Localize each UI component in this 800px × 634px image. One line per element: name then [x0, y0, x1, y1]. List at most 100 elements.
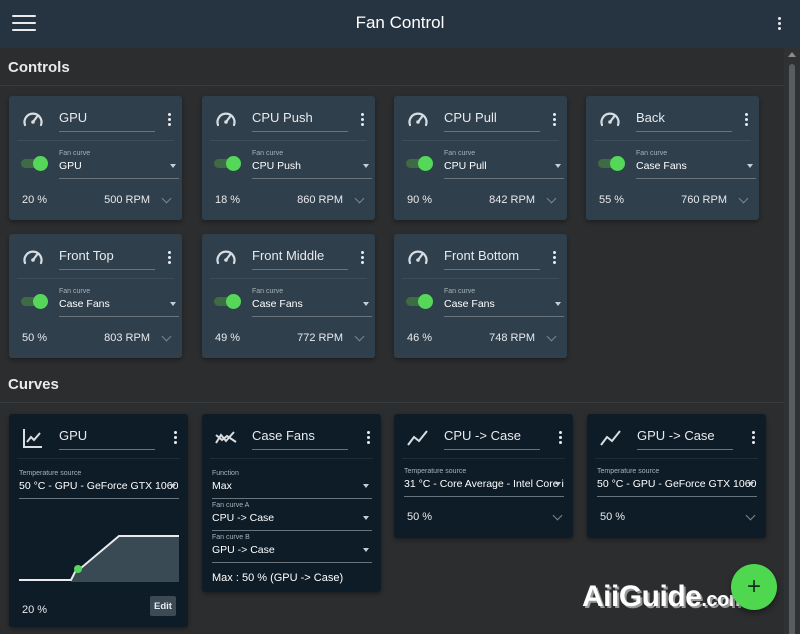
scrollbar-thumb[interactable]	[789, 64, 795, 634]
curve-card-gpu: GPU Temperature source 50 °C - GPU - GeF…	[9, 414, 188, 627]
fan-curve-label: Fan curve	[444, 288, 476, 295]
curve-percent: 20 %	[22, 604, 48, 616]
card-more-options-icon[interactable]	[547, 248, 561, 266]
card-more-options-icon[interactable]	[168, 428, 182, 446]
fan-curve-dropdown[interactable]: Fan curve Case Fans	[636, 150, 756, 179]
app-bar: Fan Control	[0, 0, 800, 48]
control-card: GPU Fan curve GPU 20 % 500 RPM	[9, 96, 182, 220]
fan-rpm: 760 RPM	[681, 194, 727, 206]
control-name[interactable]: CPU Push	[252, 110, 348, 132]
card-divider	[17, 140, 174, 141]
fan-curve-b-dropdown[interactable]: Fan curve B GPU -> Case	[212, 534, 372, 563]
card-more-options-icon[interactable]	[739, 110, 753, 128]
control-name[interactable]: GPU	[59, 110, 155, 132]
chevron-down-icon[interactable]	[738, 193, 749, 204]
chevron-down-icon[interactable]	[161, 193, 172, 204]
control-card: Back Fan curve Case Fans 55 % 760 RPM	[586, 96, 759, 220]
fan-percent: 50 %	[22, 332, 48, 344]
fan-curve-label: Fan curve	[252, 288, 284, 295]
curve-percent: 50 %	[600, 511, 626, 523]
curve-name[interactable]: Case Fans	[252, 428, 348, 450]
edit-curve-button[interactable]: Edit	[150, 596, 176, 616]
app-title: Fan Control	[355, 13, 445, 32]
card-more-options-icon[interactable]	[746, 428, 760, 446]
chevron-down-icon[interactable]	[161, 331, 172, 342]
enable-toggle[interactable]	[214, 294, 241, 309]
mix-result-text: Max : 50 % (GPU -> Case)	[212, 572, 344, 584]
fan-curve-graph[interactable]	[19, 530, 179, 588]
enable-toggle[interactable]	[406, 156, 433, 171]
fan-rpm: 772 RPM	[297, 332, 343, 344]
dropdown-arrow-icon	[363, 302, 369, 306]
fan-curve-dropdown[interactable]: Fan curve CPU Push	[252, 150, 372, 179]
chevron-down-icon[interactable]	[745, 510, 756, 521]
speedometer-icon	[23, 112, 43, 127]
card-more-options-icon[interactable]	[162, 110, 176, 128]
fan-curve-label: Fan curve	[252, 150, 284, 157]
control-name[interactable]: CPU Pull	[444, 110, 540, 132]
dropdown-arrow-icon	[363, 484, 369, 488]
chevron-down-icon[interactable]	[354, 193, 365, 204]
fan-curve-dropdown[interactable]: Fan curve GPU	[59, 150, 179, 179]
watermark-logo: AiiGuide.com	[582, 580, 747, 613]
fan-percent: 49 %	[215, 332, 241, 344]
card-more-options-icon[interactable]	[162, 248, 176, 266]
fan-curve-dropdown[interactable]: Fan curve Case Fans	[444, 288, 564, 317]
fan-curve-value: Case Fans	[636, 160, 756, 179]
card-divider	[17, 458, 180, 459]
add-button[interactable]: +	[731, 564, 777, 610]
fan-curve-a-dropdown[interactable]: Fan curve A CPU -> Case	[212, 502, 372, 531]
fan-curve-label: Fan curve	[444, 150, 476, 157]
card-divider	[210, 140, 367, 141]
enable-toggle[interactable]	[21, 156, 48, 171]
fan-rpm: 842 RPM	[489, 194, 535, 206]
section-divider	[0, 85, 784, 86]
enable-toggle[interactable]	[598, 156, 625, 171]
enable-toggle[interactable]	[21, 294, 48, 309]
enable-toggle[interactable]	[214, 156, 241, 171]
fan-percent: 90 %	[407, 194, 433, 206]
card-divider	[210, 278, 367, 279]
card-more-options-icon[interactable]	[547, 110, 561, 128]
temperature-source-dropdown[interactable]: Temperature source 50 °C - GPU - GeForce…	[597, 468, 757, 497]
card-more-options-icon[interactable]	[355, 248, 369, 266]
control-card: Front Top Fan curve Case Fans 50 % 803 RPM	[9, 234, 182, 358]
chevron-down-icon[interactable]	[354, 331, 365, 342]
temperature-source-dropdown[interactable]: Temperature source 50 °C - GPU - GeForce…	[19, 470, 179, 499]
control-name[interactable]: Front Middle	[252, 248, 348, 270]
function-label: Function	[212, 470, 239, 477]
curves-section-title: Curves	[8, 376, 59, 393]
card-more-options-icon[interactable]	[553, 428, 567, 446]
card-more-options-icon[interactable]	[361, 428, 375, 446]
vertical-scrollbar[interactable]	[784, 48, 800, 634]
card-divider	[402, 140, 559, 141]
control-name[interactable]: Back	[636, 110, 732, 132]
curve-percent: 50 %	[407, 511, 433, 523]
scroll-up-arrow-icon[interactable]	[788, 52, 796, 57]
control-name[interactable]: Front Bottom	[444, 248, 540, 270]
fan-curve-dropdown[interactable]: Fan curve Case Fans	[252, 288, 372, 317]
chevron-down-icon[interactable]	[552, 510, 563, 521]
curve-name[interactable]: CPU -> Case	[444, 428, 540, 450]
card-divider	[402, 278, 559, 279]
control-name[interactable]: Front Top	[59, 248, 155, 270]
curve-name[interactable]: GPU	[59, 428, 155, 450]
chevron-down-icon[interactable]	[546, 193, 557, 204]
dropdown-arrow-icon	[555, 302, 561, 306]
speedometer-icon	[23, 250, 43, 265]
card-more-options-icon[interactable]	[355, 110, 369, 128]
fan-rpm: 803 RPM	[104, 332, 150, 344]
speedometer-icon	[216, 250, 236, 265]
chevron-down-icon[interactable]	[546, 331, 557, 342]
fan-curve-b-label: Fan curve B	[212, 534, 250, 541]
app-more-options-icon[interactable]	[772, 14, 786, 32]
function-dropdown[interactable]: Function Max	[212, 470, 372, 499]
enable-toggle[interactable]	[406, 294, 433, 309]
curve-name[interactable]: GPU -> Case	[637, 428, 733, 450]
temperature-source-dropdown[interactable]: Temperature source 31 °C - Core Average …	[404, 468, 564, 497]
function-value: Max	[212, 480, 372, 499]
fan-curve-dropdown[interactable]: Fan curve CPU Pull	[444, 150, 564, 179]
fan-curve-dropdown[interactable]: Fan curve Case Fans	[59, 288, 179, 317]
card-divider	[595, 458, 758, 459]
temperature-source-label: Temperature source	[597, 468, 660, 475]
